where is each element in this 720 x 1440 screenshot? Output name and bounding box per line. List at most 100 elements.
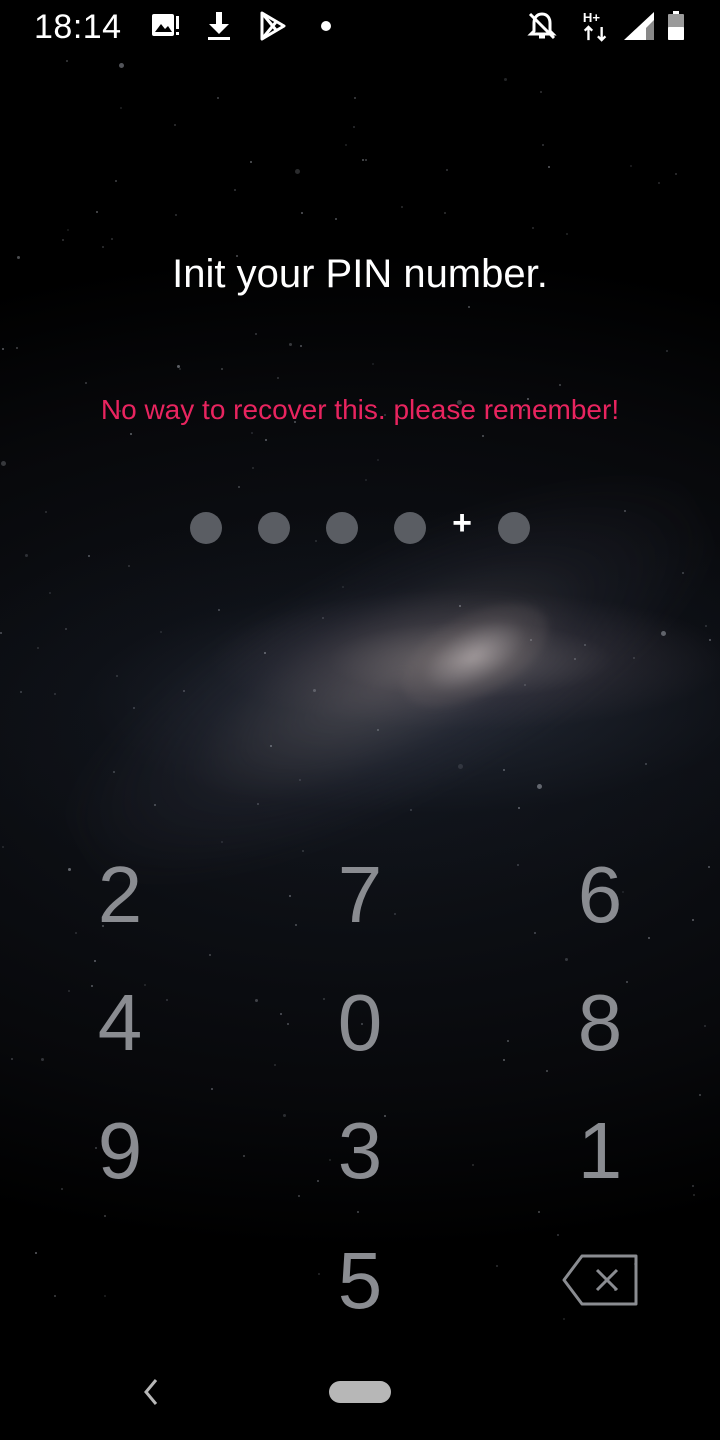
star	[128, 565, 130, 567]
key-6[interactable]: 6	[540, 845, 660, 945]
home-pill-icon[interactable]	[329, 1381, 391, 1403]
star	[682, 572, 684, 574]
back-chevron-icon[interactable]	[130, 1370, 170, 1414]
star	[645, 763, 647, 765]
star	[250, 161, 252, 163]
star	[54, 693, 56, 695]
star	[557, 1234, 559, 1236]
pin-plus-indicator: +	[452, 504, 472, 542]
star	[630, 165, 632, 167]
star	[289, 343, 292, 346]
star	[661, 631, 666, 636]
star	[265, 439, 267, 441]
key-7[interactable]: 7	[300, 845, 420, 945]
star	[221, 841, 223, 843]
star	[357, 1211, 359, 1213]
pin-dot	[394, 512, 426, 544]
star	[313, 689, 316, 692]
star	[468, 306, 470, 308]
key-3[interactable]: 3	[300, 1101, 420, 1201]
star	[11, 1058, 13, 1060]
star	[41, 1058, 44, 1061]
battery-icon	[668, 11, 684, 40]
star	[335, 218, 337, 220]
star	[377, 729, 379, 731]
star	[537, 784, 542, 789]
star	[221, 368, 223, 370]
star	[503, 1059, 505, 1061]
star	[708, 866, 710, 868]
star	[524, 684, 526, 686]
star	[66, 60, 68, 62]
star	[154, 804, 156, 806]
key-4[interactable]: 4	[60, 973, 180, 1073]
star	[584, 644, 586, 646]
star	[0, 632, 2, 634]
recovery-warning: No way to recover this. please remember!	[100, 394, 620, 425]
star	[211, 1088, 213, 1090]
star	[85, 382, 87, 384]
star	[666, 350, 668, 352]
star	[133, 707, 135, 709]
star	[243, 1155, 245, 1157]
star	[538, 1211, 540, 1213]
star	[104, 1215, 106, 1217]
star	[295, 169, 300, 174]
star	[507, 1040, 509, 1042]
star	[104, 1295, 106, 1297]
star	[410, 809, 412, 811]
key-1[interactable]: 1	[540, 1101, 660, 1201]
star	[289, 895, 291, 897]
star	[675, 173, 677, 175]
key-5[interactable]: 5	[300, 1231, 420, 1331]
star	[559, 384, 561, 386]
star	[301, 212, 303, 214]
backspace-icon[interactable]	[560, 1252, 640, 1308]
star	[566, 233, 568, 235]
star	[234, 189, 236, 191]
star	[257, 803, 259, 805]
star	[96, 211, 98, 213]
pin-dot	[190, 512, 222, 544]
star	[362, 159, 364, 161]
star	[540, 91, 542, 93]
star	[264, 652, 266, 654]
star	[2, 846, 4, 848]
star	[280, 1013, 282, 1015]
page-title: Init your PIN number.	[172, 252, 548, 296]
star	[209, 954, 211, 956]
star	[444, 212, 446, 214]
star	[283, 1114, 286, 1117]
star	[120, 107, 122, 109]
star	[2, 348, 4, 350]
star	[25, 554, 28, 557]
star	[277, 377, 279, 379]
star	[130, 433, 132, 435]
pin-dot	[326, 512, 358, 544]
star	[67, 229, 69, 231]
star	[365, 479, 367, 481]
star	[563, 1318, 565, 1320]
key-2[interactable]: 2	[60, 845, 180, 945]
star	[401, 206, 403, 208]
key-0[interactable]: 0	[300, 973, 420, 1073]
star	[342, 586, 344, 588]
star	[565, 958, 568, 961]
star	[532, 227, 534, 229]
star	[446, 169, 448, 171]
pin-dot	[498, 512, 530, 544]
star	[217, 97, 219, 99]
pin-setup-screen: 18:14 H+ Init your PIN number. No way to…	[0, 0, 720, 1440]
star	[518, 807, 520, 809]
star	[218, 609, 220, 611]
star	[94, 960, 96, 962]
key-8[interactable]: 8	[540, 973, 660, 1073]
star	[354, 97, 356, 99]
star	[322, 617, 324, 619]
star	[35, 1252, 37, 1254]
key-9[interactable]: 9	[60, 1101, 180, 1201]
play-store-icon	[260, 11, 286, 41]
star	[693, 1194, 695, 1196]
star	[255, 999, 258, 1002]
star	[542, 144, 544, 146]
